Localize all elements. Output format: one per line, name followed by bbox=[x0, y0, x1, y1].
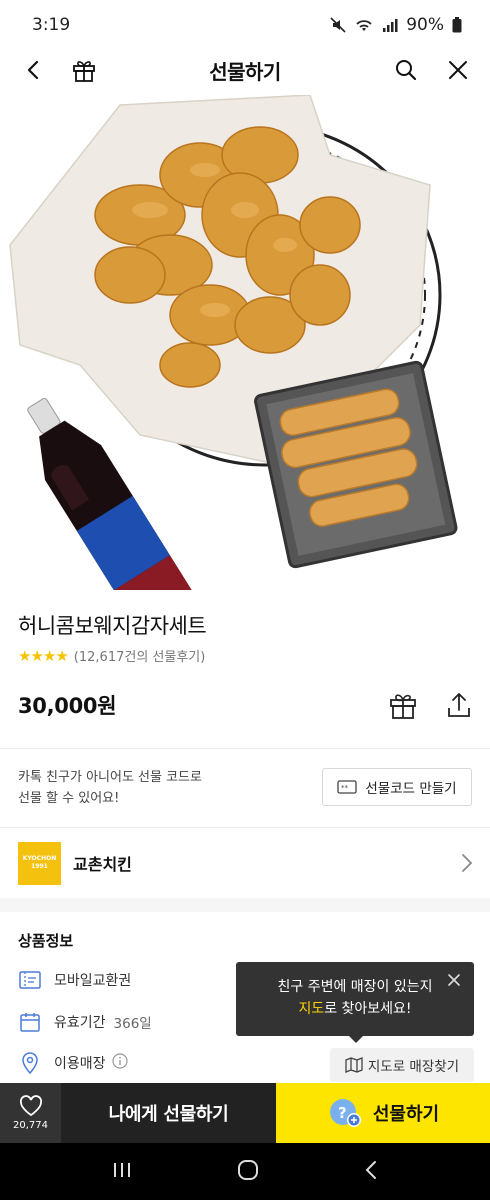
map-tooltip: 친구 주변에 매장이 있는지 지도로 찾아보세요! bbox=[236, 962, 474, 1043]
heart-icon bbox=[19, 1095, 42, 1117]
star-rating: ★★★★ bbox=[18, 646, 69, 665]
section-separator bbox=[0, 898, 490, 912]
rating-row[interactable]: ★★★★ (12,617건의 선물후기) bbox=[18, 646, 206, 666]
tooltip-line2-rest: 로 찾아보세요! bbox=[324, 1001, 412, 1017]
find-store-label: 지도로 매장찾기 bbox=[367, 1059, 460, 1075]
close-icon bbox=[449, 61, 467, 79]
home-icon bbox=[237, 1159, 258, 1180]
map-icon bbox=[345, 1057, 363, 1073]
gift-friend-icon: ? bbox=[329, 1099, 361, 1127]
create-gift-code-label: 선물코드 만들기 bbox=[365, 781, 457, 797]
gift-icon bbox=[390, 694, 416, 719]
battery-percent: 90% bbox=[406, 15, 444, 35]
system-back-button[interactable] bbox=[363, 1159, 379, 1185]
gift-code-description: 카톡 친구가 아니어도 선물 코드로 선물 할 수 있어요! bbox=[18, 767, 278, 809]
home-button[interactable] bbox=[236, 1158, 260, 1186]
search-icon bbox=[396, 60, 417, 81]
battery-icon bbox=[452, 17, 462, 33]
review-count: (12,617건의 선물후기) bbox=[73, 650, 206, 665]
info-row-validity: 유효기간 366일 bbox=[18, 1010, 152, 1034]
brand-logo: KYOCHON 1991 bbox=[18, 841, 61, 885]
share-button[interactable] bbox=[444, 690, 474, 720]
tooltip-close-button[interactable] bbox=[444, 970, 464, 990]
gift-wrap-button[interactable] bbox=[388, 690, 418, 720]
find-store-map-button[interactable]: 지도로 매장찾기 bbox=[330, 1048, 474, 1082]
close-button[interactable] bbox=[440, 52, 476, 88]
gift-code-line2: 선물 할 수 있어요! bbox=[18, 791, 120, 806]
svg-text:**: ** bbox=[341, 784, 349, 792]
validity-label: 유효기간 bbox=[54, 1015, 106, 1031]
location-pin-icon bbox=[18, 1051, 42, 1075]
divider bbox=[0, 748, 490, 749]
ticket-icon: ** bbox=[337, 780, 358, 794]
calendar-icon bbox=[18, 1010, 42, 1034]
send-gift-label: 선물하기 bbox=[372, 1104, 440, 1125]
tooltip-arrow bbox=[349, 1036, 363, 1043]
tooltip-line1: 친구 주변에 매장이 있는지 bbox=[277, 979, 433, 995]
top-nav: 선물하기 bbox=[0, 50, 490, 90]
share-icon bbox=[448, 693, 470, 717]
store-label: 이용매장 bbox=[54, 1056, 106, 1072]
chevron-right-icon bbox=[462, 854, 473, 872]
info-row-store: 이용매장 bbox=[18, 1051, 128, 1075]
close-icon bbox=[448, 974, 460, 986]
validity-value: 366일 bbox=[113, 1016, 152, 1032]
product-info-title: 상품정보 bbox=[18, 932, 74, 950]
gift-to-self-button[interactable]: 나에게 선물하기 bbox=[61, 1083, 276, 1143]
svg-text:?: ? bbox=[338, 1104, 347, 1122]
brand-row[interactable]: KYOCHON 1991 교촌치킨 bbox=[0, 828, 490, 898]
recent-apps-button[interactable] bbox=[111, 1160, 133, 1184]
mute-icon bbox=[330, 17, 346, 33]
tooltip-highlight: 지도 bbox=[298, 1001, 325, 1017]
coupon-type: 모바일교환권 bbox=[54, 973, 132, 989]
info-row-type: 모바일교환권 bbox=[18, 968, 131, 992]
signal-icon bbox=[383, 19, 398, 32]
product-name: 허니콤보웨지감자세트 bbox=[18, 614, 207, 638]
mobile-coupon-icon bbox=[18, 968, 42, 992]
wifi-icon bbox=[356, 20, 372, 31]
send-gift-button[interactable]: ? 선물하기 bbox=[276, 1083, 490, 1143]
product-image bbox=[0, 95, 490, 590]
tooltip-line2: 지도로 찾아보세요! bbox=[236, 998, 474, 1020]
bottom-action-bar: 20,774 나에게 선물하기 ? 선물하기 bbox=[0, 1083, 490, 1143]
create-gift-code-button[interactable]: ** 선물코드 만들기 bbox=[322, 768, 472, 806]
status-bar: 3:19 90% bbox=[0, 0, 490, 50]
product-price: 30,000원 bbox=[18, 694, 117, 718]
search-button[interactable] bbox=[388, 52, 424, 88]
price-actions bbox=[388, 690, 474, 720]
info-icon[interactable] bbox=[111, 1053, 128, 1073]
system-nav-bar bbox=[0, 1143, 490, 1200]
brand-logo-text: KYOCHON bbox=[22, 855, 57, 862]
wish-count: 20,774 bbox=[13, 1120, 48, 1131]
back-arrow-icon bbox=[365, 1160, 376, 1179]
wish-button[interactable]: 20,774 bbox=[0, 1083, 61, 1143]
status-icons: 90% bbox=[330, 15, 462, 35]
product-photo-illustration bbox=[9, 95, 458, 590]
status-time: 3:19 bbox=[32, 15, 71, 35]
brand-logo-sub: 1991 bbox=[31, 863, 48, 870]
recent-apps-icon bbox=[114, 1162, 131, 1177]
brand-name: 교촌치킨 bbox=[73, 855, 132, 874]
gift-code-line1: 카톡 친구가 아니어도 선물 코드로 bbox=[18, 770, 202, 785]
